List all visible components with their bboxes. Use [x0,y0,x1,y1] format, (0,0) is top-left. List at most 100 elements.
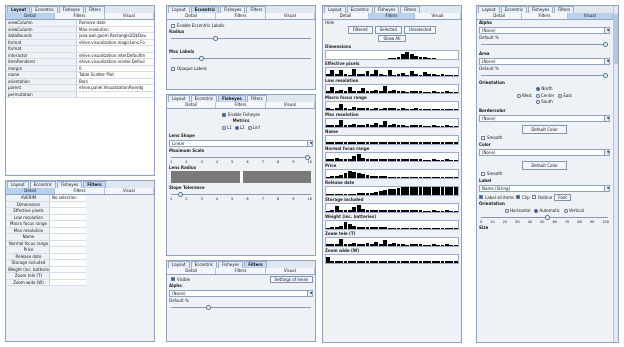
radius-slider[interactable] [171,35,311,41]
tab-fisheyes[interactable]: Fisheyes [528,6,554,13]
property-value[interactable]: 0 [77,65,154,71]
radio-dot[interactable] [517,93,522,98]
alpha-select[interactable]: (None) ▼ [169,290,313,297]
tab-filters[interactable]: Filters [244,261,267,268]
color-smooth-checkbox[interactable]: Smooth [477,170,612,177]
area-slider[interactable] [481,72,608,78]
color-select[interactable]: (None) ▼ [479,149,610,156]
tab-eccentric[interactable]: Eccentric [190,95,218,102]
subtab-filters[interactable]: Filters [216,102,266,108]
chevron-down-icon[interactable]: ▼ [604,28,609,33]
range-filter-histogram[interactable] [325,203,459,213]
visible-checkbox[interactable]: Visible [167,276,270,283]
chevron-down-icon[interactable]: ▼ [604,59,609,64]
automatic-radio[interactable]: Automatic [534,207,560,214]
tab-eccentric[interactable]: Eccentric [346,6,374,13]
subtab-detail[interactable]: Detail [6,13,56,19]
bordercolor-select[interactable]: (None) ▼ [479,115,610,122]
radio-dot[interactable] [536,100,541,104]
scrollbar-thumb[interactable] [614,14,618,64]
checkbox-box[interactable] [516,195,521,199]
checkbox-box[interactable] [222,112,226,117]
tab-eccentric[interactable]: Eccentric [190,261,218,268]
range-filter-histogram[interactable] [325,118,459,128]
label-select[interactable]: Name (String) ▼ [479,185,610,192]
label-all-items-checkbox[interactable]: Label all items [479,194,514,201]
range-filter-histogram[interactable] [325,237,459,247]
tab-fisheyes[interactable]: Fisheyes [220,6,246,13]
range-filter-histogram[interactable] [325,186,459,196]
radio-dot[interactable] [535,93,540,98]
subtab-filters[interactable]: Filters [55,13,105,19]
filtered-button[interactable]: Filtered [347,26,373,34]
radio-dot[interactable] [222,125,227,130]
tab-layout[interactable]: Layout [324,6,346,13]
tab-eccentric[interactable]: Eccentric [29,181,57,188]
tab-fisheyes[interactable]: Fisheyes [218,95,246,102]
lens-radius-range[interactable] [171,171,311,183]
subtab-detail[interactable]: Detail [167,268,217,274]
tab-layout[interactable]: Layout [168,6,190,13]
vertical-radio[interactable]: Vertical [563,207,584,214]
max-scale-slider[interactable] [171,154,311,160]
property-value[interactable]: Table Scatter Plot [77,72,154,78]
settings-button[interactable]: Settings of lense [269,275,313,283]
tab-eccentric[interactable]: Eccentric [500,6,528,13]
tab-fisheyes[interactable]: Fisheyes [58,6,84,13]
chevron-down-icon[interactable]: ▼ [604,186,609,191]
property-value[interactable]: Max-resolution [77,26,154,32]
max-labels-slider[interactable] [171,55,311,61]
enable-eccentric-checkbox[interactable]: Enable Eccentric Labels [167,22,315,29]
west-radio[interactable]: West [517,92,532,99]
color-default-button[interactable]: Default Color [522,161,567,170]
selected-button[interactable]: Selected [374,26,402,34]
radio-dot[interactable] [558,93,563,98]
tab-layout[interactable]: Layout [478,6,500,13]
alpha-slider[interactable] [171,304,311,310]
property-value[interactable] [77,46,154,52]
tab-filters[interactable]: Filters [84,6,105,13]
area-select[interactable]: (None) ▼ [479,58,610,65]
subtab-visual[interactable]: Visual [415,13,461,19]
bordercolor-smooth-checkbox[interactable]: Smooth [477,134,612,141]
horizontal-radio[interactable]: Horizontal [505,207,530,214]
tab-filters[interactable]: Filters [246,6,267,13]
range-filter-histogram[interactable] [325,50,459,60]
slope-tolerance-slider[interactable] [171,191,311,197]
clip-checkbox[interactable]: Clip [516,194,530,201]
unselected-button[interactable]: Unselected [403,26,437,34]
property-value[interactable]: Remove date [77,20,154,26]
subtab-visual[interactable]: Visual [265,268,315,274]
south-radio[interactable]: South [536,99,553,105]
radio-dot[interactable] [234,125,239,130]
range-filter-histogram[interactable] [325,67,459,77]
range-filter-histogram[interactable] [325,220,459,230]
enable-fisheyes-checkbox[interactable]: Enable Fisheyes [167,111,315,118]
tab-layout[interactable]: Layout [168,261,190,268]
east-radio[interactable]: East [558,92,572,99]
subtab-detail[interactable]: Detail [167,102,217,108]
range-filter-histogram[interactable] [325,254,459,264]
checkbox-box[interactable] [171,66,175,71]
range-filter-histogram[interactable] [325,84,459,94]
subtab-filters[interactable]: Filters [369,13,415,19]
alpha-select[interactable]: (None) ▼ [479,27,610,34]
subtab-filters[interactable]: Filters [216,13,266,19]
subtab-filters[interactable]: Filters [55,188,105,194]
tab-filters[interactable]: Filters [400,6,421,13]
radio-dot[interactable] [247,125,252,130]
chevron-down-icon[interactable]: ▼ [307,291,312,296]
scrollbar[interactable] [613,6,618,342]
chevron-down-icon[interactable]: ▼ [604,150,609,155]
tab-fisheyes[interactable]: Fisheyes [374,6,400,13]
range-filter-histogram[interactable] [325,169,459,179]
range-filter-histogram[interactable] [325,152,459,162]
radio-dot[interactable] [505,208,510,213]
alpha-slider[interactable] [481,41,608,47]
tab-fisheyes[interactable]: Fisheyes [218,261,244,268]
checkbox-box[interactable] [531,195,536,199]
subtab-filters[interactable]: Filters [216,268,266,274]
property-value[interactable]: ehive.visualization.interDefaultIn [77,52,154,58]
metric-linf-radio[interactable]: Linf [247,124,260,131]
checkbox-box[interactable] [481,171,485,176]
